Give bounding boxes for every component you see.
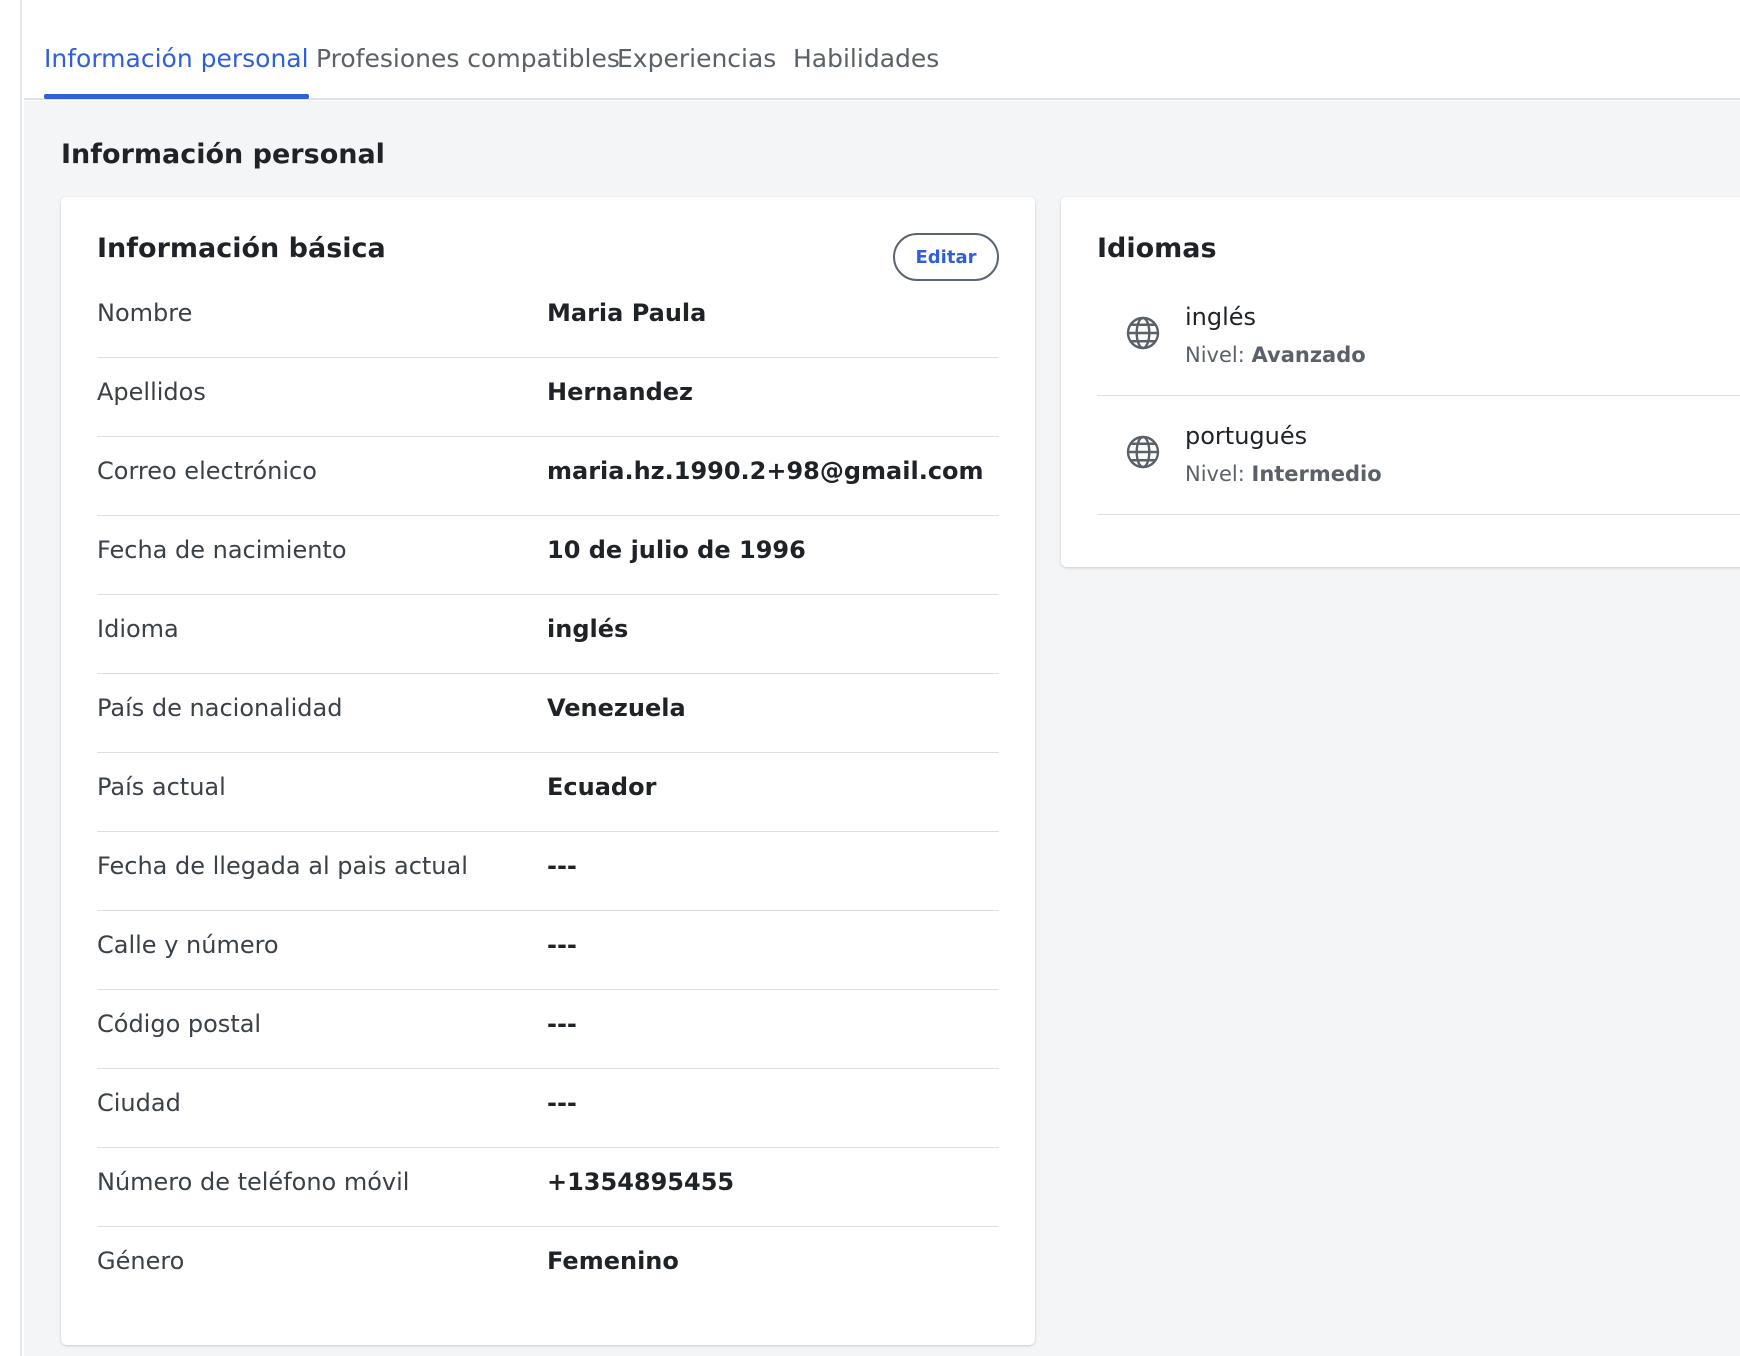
info-label: País de nacionalidad	[97, 694, 343, 722]
info-row-fecha-llegada: Fecha de llegada al pais actual ---	[97, 832, 999, 911]
level-value: Intermedio	[1251, 462, 1382, 486]
info-row-fecha-nacimiento: Fecha de nacimiento 10 de julio de 1996	[97, 516, 999, 595]
info-row-correo: Correo electrónico maria.hz.1990.2+98@gm…	[97, 437, 999, 516]
info-value: Ecuador	[547, 773, 657, 801]
info-label: Apellidos	[97, 378, 206, 406]
info-label: Ciudad	[97, 1089, 181, 1117]
info-label: Fecha de nacimiento	[97, 536, 347, 564]
tab-bar: Información personal Profesiones compati…	[24, 0, 1740, 100]
info-value: ---	[547, 931, 577, 959]
tab-experiencias[interactable]: Experiencias	[617, 44, 776, 100]
info-value: +1354895455	[547, 1168, 735, 1196]
active-tab-indicator	[44, 94, 309, 99]
level-value: Avanzado	[1251, 343, 1366, 367]
content-area: Información personal Información básica …	[24, 101, 1740, 1356]
info-value: maria.hz.1990.2+98@gmail.com	[547, 457, 984, 485]
info-label: Fecha de llegada al pais actual	[97, 852, 468, 880]
info-row-nombre: Nombre Maria Paula	[97, 279, 999, 358]
info-label: Nombre	[97, 299, 193, 327]
tab-habilidades[interactable]: Habilidades	[793, 44, 939, 100]
languages-list: inglés Nivel: Avanzado portugués Nivel: …	[1097, 277, 1740, 515]
info-label: Correo electrónico	[97, 457, 317, 485]
tab-label: Experiencias	[617, 44, 777, 73]
info-label: País actual	[97, 773, 226, 801]
info-row-telefono: Número de teléfono móvil +1354895455	[97, 1148, 999, 1227]
info-value: ---	[547, 1089, 577, 1117]
info-row-ciudad: Ciudad ---	[97, 1069, 999, 1148]
info-label: Código postal	[97, 1010, 262, 1038]
info-value: Hernandez	[547, 378, 693, 406]
info-row-pais-nacionalidad: País de nacionalidad Venezuela	[97, 674, 999, 753]
left-rail	[0, 0, 22, 1356]
language-item: inglés Nivel: Avanzado	[1097, 277, 1740, 396]
tab-label: Habilidades	[793, 44, 940, 73]
globe-icon	[1126, 316, 1160, 350]
info-row-pais-actual: País actual Ecuador	[97, 753, 999, 832]
info-label: Género	[97, 1247, 185, 1275]
languages-title: Idiomas	[1097, 233, 1217, 264]
page-title: Información personal	[61, 139, 385, 170]
level-prefix: Nivel:	[1185, 462, 1245, 486]
info-row-idioma: Idioma inglés	[97, 595, 999, 674]
info-value: Maria Paula	[547, 299, 707, 327]
tab-informacion-personal[interactable]: Información personal	[44, 44, 309, 100]
info-value: 10 de julio de 1996	[547, 536, 806, 564]
basic-info-title: Información básica	[97, 233, 386, 264]
language-level: Nivel: Avanzado	[1185, 343, 1366, 367]
info-row-codigo-postal: Código postal ---	[97, 990, 999, 1069]
info-value: inglés	[547, 615, 629, 643]
tab-label: Profesiones compatibles	[316, 44, 620, 73]
language-name: portugués	[1185, 422, 1308, 450]
info-value: Venezuela	[547, 694, 686, 722]
info-row-genero: Género Femenino	[97, 1227, 999, 1306]
level-prefix: Nivel:	[1185, 343, 1245, 367]
language-name: inglés	[1185, 303, 1257, 331]
edit-button[interactable]: Editar	[893, 233, 999, 281]
info-value: Femenino	[547, 1247, 679, 1275]
language-item: portugués Nivel: Intermedio	[1097, 396, 1740, 515]
info-value: ---	[547, 852, 577, 880]
globe-icon	[1126, 435, 1160, 469]
basic-info-rows: Nombre Maria Paula Apellidos Hernandez C…	[97, 279, 999, 1306]
languages-card: Idiomas inglés Nivel: Avanzado portugués…	[1061, 197, 1740, 567]
info-value: ---	[547, 1010, 577, 1038]
tab-label: Información personal	[44, 44, 309, 73]
language-level: Nivel: Intermedio	[1185, 462, 1382, 486]
tab-profesiones-compatibles[interactable]: Profesiones compatibles	[316, 44, 620, 100]
info-row-apellidos: Apellidos Hernandez	[97, 358, 999, 437]
info-label: Idioma	[97, 615, 179, 643]
info-label: Número de teléfono móvil	[97, 1168, 410, 1196]
info-row-calle: Calle y número ---	[97, 911, 999, 990]
info-label: Calle y número	[97, 931, 279, 959]
basic-info-card: Información básica Editar Nombre Maria P…	[61, 197, 1035, 1345]
